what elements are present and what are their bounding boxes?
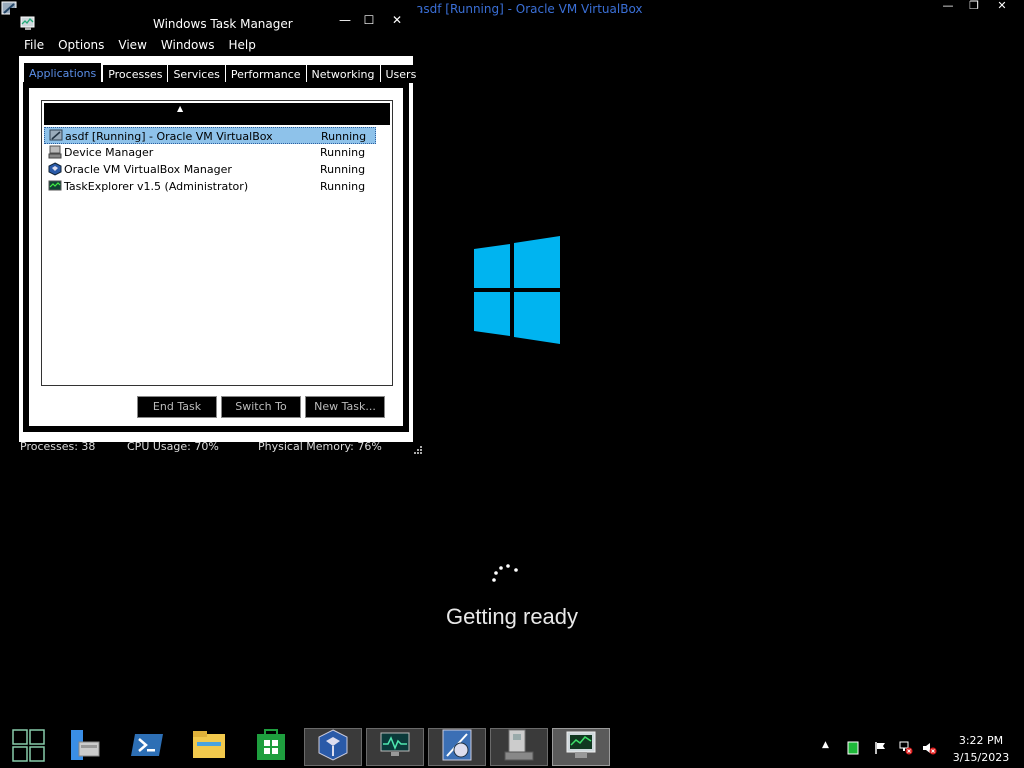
task-manager-app-icon[interactable] <box>20 16 37 31</box>
tab-processes[interactable]: Processes <box>103 65 168 83</box>
taskbar-device-manager[interactable] <box>490 728 548 766</box>
tm-close-button[interactable]: ✕ <box>386 12 408 28</box>
device-manager-icon <box>48 145 62 159</box>
switch-to-button[interactable]: Switch To <box>221 396 301 418</box>
vbox-minimize-button[interactable]: — <box>936 0 960 14</box>
menu-view[interactable]: View <box>118 38 146 54</box>
virtualbox-vm-icon <box>49 129 63 143</box>
menu-file[interactable]: File <box>24 38 44 54</box>
loading-spinner-icon <box>486 558 526 588</box>
file-explorer-icon <box>191 728 227 766</box>
end-task-button[interactable]: End Task <box>137 396 217 418</box>
table-row[interactable]: Device Manager Running <box>44 144 376 161</box>
taskbar-system-monitor[interactable] <box>366 728 424 766</box>
status-processes: Processes: 38 <box>20 440 96 453</box>
system-informer-icon <box>439 728 475 766</box>
application-name: Oracle VM VirtualBox Manager <box>64 163 232 176</box>
application-status: Running <box>321 130 367 143</box>
powershell-icon <box>129 728 165 766</box>
start-tiles-icon <box>11 728 47 766</box>
task-manager-menu-bar: File Options View Windows Help <box>24 38 270 54</box>
status-physical-memory: Physical Memory: 76% <box>258 440 382 453</box>
task-manager-window: Windows Task Manager — ☐ ✕ File Options … <box>10 8 422 460</box>
table-row[interactable]: Oracle VM VirtualBox Manager Running <box>44 161 376 178</box>
new-task-button[interactable]: New Task... <box>305 396 385 418</box>
virtualbox-manager-icon <box>48 162 62 176</box>
vbox-close-button[interactable]: ✕ <box>990 0 1014 14</box>
applications-list-header[interactable]: ▲ <box>44 103 390 125</box>
sort-ascending-icon: ▲ <box>177 104 184 113</box>
taskbar-powershell[interactable] <box>118 728 176 766</box>
application-status: Running <box>320 146 366 159</box>
vbox-window-title: asdf [Running] - Oracle VM VirtualBox <box>416 2 643 16</box>
task-manager-tabs: Applications Processes Services Performa… <box>23 62 422 84</box>
task-manager-icon <box>563 728 599 766</box>
taskbar-store[interactable] <box>242 728 300 766</box>
clock-time[interactable]: 3:22 PM <box>950 734 1012 747</box>
status-cpu-usage: CPU Usage: 70% <box>127 440 219 453</box>
taskbar-task-manager[interactable] <box>552 728 610 766</box>
getting-ready-message: Getting ready <box>445 604 579 629</box>
application-status: Running <box>320 180 366 193</box>
tm-maximize-button[interactable]: ☐ <box>358 12 380 28</box>
taskbar-system-informer[interactable] <box>428 728 486 766</box>
menu-windows[interactable]: Windows <box>161 38 215 54</box>
vbox-restore-button[interactable]: ❐ <box>962 0 986 14</box>
device-manager-icon <box>501 728 537 766</box>
battery-icon[interactable] <box>846 740 860 755</box>
action-center-flag-icon[interactable] <box>874 740 888 754</box>
server-manager-icon <box>67 728 103 766</box>
menu-options[interactable]: Options <box>58 38 104 54</box>
table-row[interactable]: asdf [Running] - Oracle VM VirtualBox Ru… <box>44 127 376 144</box>
applications-list[interactable]: ▲ asdf [Running] - Oracle VM VirtualBox … <box>41 100 393 386</box>
menu-help[interactable]: Help <box>228 38 255 54</box>
task-explorer-icon <box>48 179 62 193</box>
task-manager-title: Windows Task Manager <box>153 17 293 31</box>
application-name: Device Manager <box>64 146 154 159</box>
taskbar-virtualbox[interactable] <box>304 728 362 766</box>
taskbar: ▲ <box>0 726 1024 768</box>
tm-minimize-button[interactable]: — <box>334 12 356 28</box>
tab-services[interactable]: Services <box>168 65 225 83</box>
taskbar-server-manager[interactable] <box>56 728 114 766</box>
clock-date[interactable]: 3/15/2023 <box>950 751 1012 764</box>
application-status: Running <box>320 163 366 176</box>
network-disconnected-icon[interactable] <box>898 740 913 755</box>
tab-applications[interactable]: Applications <box>23 62 103 84</box>
tab-networking[interactable]: Networking <box>306 65 380 83</box>
resize-grip-icon[interactable] <box>412 444 422 454</box>
applications-panel: ▲ asdf [Running] - Oracle VM VirtualBox … <box>23 82 409 432</box>
system-monitor-icon <box>377 728 413 766</box>
show-hidden-icons-button[interactable]: ▲ <box>822 740 836 754</box>
applications-panel-body: ▲ asdf [Running] - Oracle VM VirtualBox … <box>29 88 403 426</box>
task-manager-status-bar: Processes: 38 CPU Usage: 70% Physical Me… <box>20 440 422 458</box>
task-manager-title-bar[interactable]: Windows Task Manager — ☐ ✕ <box>10 8 420 36</box>
volume-muted-icon[interactable] <box>922 740 937 755</box>
virtualbox-icon <box>315 728 351 766</box>
task-manager-content: Applications Processes Services Performa… <box>19 56 422 442</box>
tab-users[interactable]: Users <box>380 65 422 83</box>
application-name: asdf [Running] - Oracle VM VirtualBox <box>65 130 273 143</box>
application-name: TaskExplorer v1.5 (Administrator) <box>64 180 249 193</box>
start-button[interactable] <box>0 728 58 766</box>
tab-performance[interactable]: Performance <box>225 65 306 83</box>
store-icon <box>253 728 289 766</box>
table-row[interactable]: TaskExplorer v1.5 (Administrator) Runnin… <box>44 178 376 195</box>
windows-logo-icon <box>474 236 562 344</box>
taskbar-file-explorer[interactable] <box>180 728 238 766</box>
